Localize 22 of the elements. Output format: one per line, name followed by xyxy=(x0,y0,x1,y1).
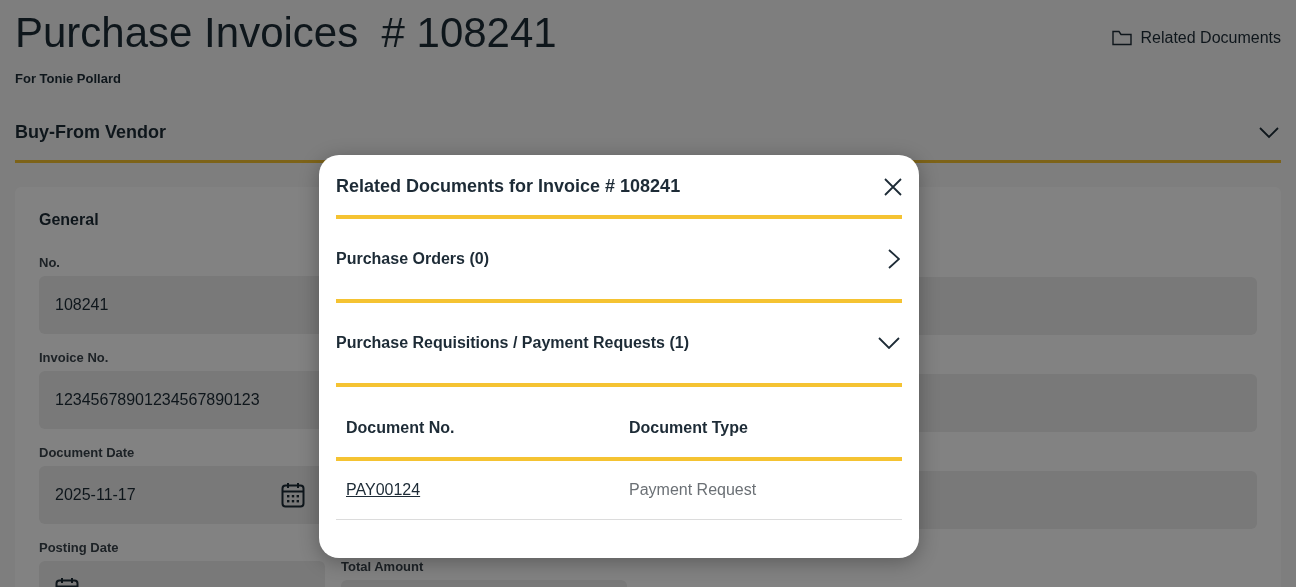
related-documents-link[interactable]: Related Documents xyxy=(1112,29,1281,47)
calendar-icon xyxy=(281,482,305,508)
field-label: Invoice No. xyxy=(39,350,110,365)
document-link[interactable]: PAY00124 xyxy=(346,481,421,498)
field-label: Total Amount xyxy=(341,559,425,574)
accordion-header[interactable]: Purchase Requisitions / Payment Requests (1) xyxy=(336,303,902,387)
column-header: Document No. xyxy=(336,387,619,459)
card-title: General xyxy=(39,211,100,229)
accordion-title: Purchase Orders (0) xyxy=(336,250,489,268)
field-label: Document Date xyxy=(39,445,136,460)
column-header: Document Type xyxy=(619,387,902,459)
accordion-title: Purchase Requisitions / Payment Requests (1) xyxy=(336,334,689,352)
folder-icon xyxy=(1112,30,1133,46)
table-cell: Payment Request xyxy=(619,459,902,520)
close-icon[interactable] xyxy=(884,177,902,196)
field-label: Posting Date xyxy=(39,540,120,555)
page-subtitle: For Tonie Pollard xyxy=(15,71,122,86)
modal-title: Related Documents for Invoice # 108241 xyxy=(336,176,681,197)
section-title: Buy-From Vendor xyxy=(15,122,166,143)
field-label: No. xyxy=(39,255,61,270)
accordion-header[interactable]: Purchase Orders (0) xyxy=(336,219,902,303)
page-title: Purchase Invoices # 108241 xyxy=(15,9,557,57)
